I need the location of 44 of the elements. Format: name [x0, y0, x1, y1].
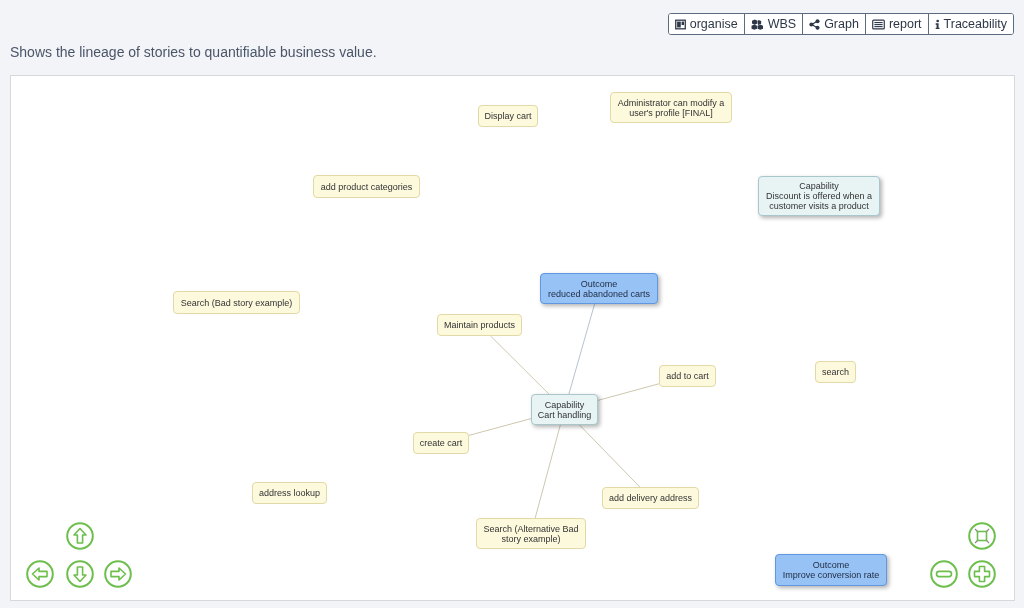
edge-line [490, 335, 550, 395]
toolbar-button[interactable]: Traceability [927, 14, 1013, 34]
story-node[interactable]: address lookup [252, 482, 327, 504]
story-node[interactable]: add to cart [659, 365, 716, 387]
list-icon [871, 18, 885, 30]
cubes-icon [750, 18, 764, 30]
graph-canvas[interactable] [10, 75, 1015, 601]
edge-line [579, 424, 641, 488]
node-title: Improve conversion rate [782, 570, 880, 580]
node-type-label: Outcome [580, 278, 618, 289]
pan-left-button[interactable] [26, 560, 54, 588]
plus-icon [968, 560, 996, 588]
capability-node[interactable]: Capability Cart handling [531, 394, 598, 425]
node-type-label: Capability [799, 181, 839, 191]
story-node[interactable]: Search (Bad story example) [173, 291, 300, 314]
pan-up-button[interactable] [66, 522, 94, 550]
story-node[interactable]: add product categories [313, 175, 420, 198]
minus-icon [930, 560, 958, 588]
edge-line [468, 418, 532, 436]
capability-node[interactable]: Capability Discount is offered when a customer visits a product [758, 176, 880, 216]
outcome-node[interactable]: Outcome Improve conversion rate [775, 554, 887, 586]
story-node[interactable]: create cart [413, 432, 469, 454]
board-icon [674, 18, 686, 30]
story-node[interactable]: Maintain products [437, 314, 522, 336]
share-icon [809, 18, 821, 30]
pan-down-button[interactable] [66, 560, 94, 588]
pan-right-button[interactable] [104, 560, 132, 588]
node-title: Discount is offered when a customer visits a product [765, 191, 873, 211]
node-type-label: Capability [544, 399, 585, 410]
fit-view-button[interactable] [968, 522, 996, 550]
info-icon [934, 18, 940, 30]
node-title: reduced abandoned carts [547, 288, 651, 299]
zoom-out-button[interactable] [930, 560, 958, 588]
story-node[interactable]: Display cart [478, 105, 538, 127]
node-title: Cart handling [537, 409, 592, 420]
fit-view-icon [968, 522, 996, 550]
story-node[interactable]: Search (Alternative Bad story example) [476, 518, 586, 549]
node-type-label: Outcome [812, 560, 850, 570]
story-node[interactable]: search [815, 361, 856, 383]
story-node[interactable]: add delivery address [602, 487, 699, 509]
page-description: Shows the lineage of stories to quantifiable business value. [10, 44, 378, 60]
zoom-in-button[interactable] [968, 560, 996, 588]
outcome-node[interactable]: Outcome reduced abandoned carts [540, 273, 658, 304]
story-node[interactable]: Administrator can modify a user's profile [FINAL] [610, 92, 732, 123]
